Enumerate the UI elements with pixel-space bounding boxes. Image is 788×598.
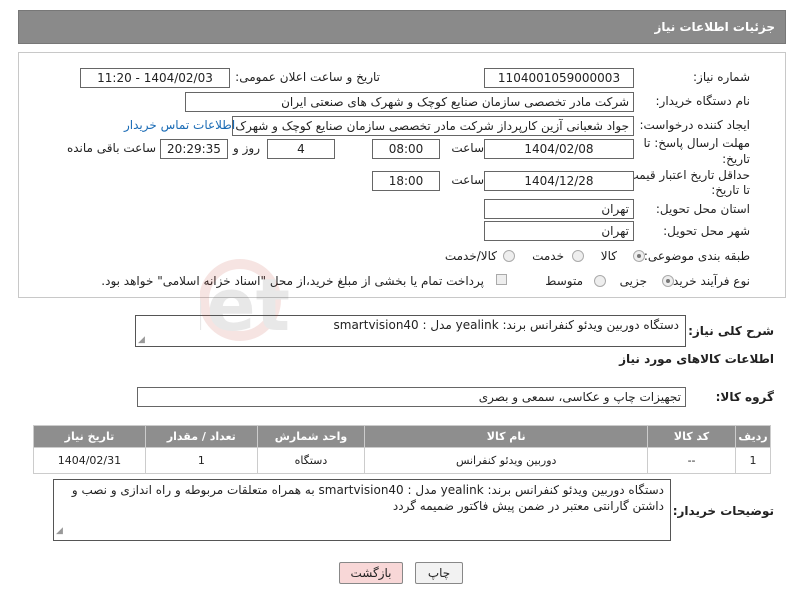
payment-note: پرداخت تمام یا بخشی از مبلغ خرید،از محل … xyxy=(101,274,484,288)
city-label: شهر محل تحویل: xyxy=(663,224,750,238)
process-radio-medium[interactable] xyxy=(594,275,606,287)
description-label: شرح کلی نیاز: xyxy=(688,324,774,338)
deadline-date-field[interactable]: 1404/02/08 xyxy=(484,139,634,159)
announce-label: تاریخ و ساعت اعلان عمومی: xyxy=(235,70,380,84)
cell-qty: 1 xyxy=(144,447,258,474)
page-header: جزئیات اطلاعات نیاز xyxy=(18,10,786,44)
col-unit: واحد شمارش xyxy=(256,425,366,448)
creator-field[interactable]: جواد شعبانی آزین کارپرداز شرکت مادر تخصص… xyxy=(232,116,634,136)
validity-time-label: ساعت xyxy=(451,173,484,187)
col-row: ردیف xyxy=(734,425,772,448)
resize-handle-icon[interactable]: ◢ xyxy=(56,523,63,539)
need-number-label: شماره نیاز: xyxy=(693,70,750,84)
goods-group-label: گروه کالا: xyxy=(715,390,774,404)
cell-unit: دستگاه xyxy=(256,447,366,474)
process-option-medium: متوسط xyxy=(545,274,583,288)
need-number-field[interactable]: 1104001059000003 xyxy=(484,68,634,88)
validity-date-field[interactable]: 1404/12/28 xyxy=(484,171,634,191)
validity-time-field[interactable]: 18:00 xyxy=(372,171,440,191)
deadline-label: مهلت ارسال پاسخ: تا xyxy=(643,136,750,150)
validity-label-2: تا تاریخ: xyxy=(711,183,750,197)
col-qty: تعداد / مقدار xyxy=(144,425,258,448)
category-radio-service[interactable] xyxy=(572,250,584,262)
remaining-time-field[interactable]: 20:29:35 xyxy=(160,139,228,159)
creator-label: ایجاد کننده درخواست: xyxy=(639,118,750,132)
process-radio-minor[interactable] xyxy=(662,275,674,287)
buyer-notes-text: دستگاه دوربین ویدئو کنفرانس برند: yealin… xyxy=(71,483,664,513)
buyer-notes-textarea[interactable]: دستگاه دوربین ویدئو کنفرانس برند: yealin… xyxy=(53,479,671,541)
treasury-checkbox[interactable] xyxy=(496,274,507,285)
col-name: نام کالا xyxy=(364,425,649,448)
buyer-notes-label: توضیحات خریدار: xyxy=(672,504,774,518)
page-title: جزئیات اطلاعات نیاز xyxy=(654,20,775,34)
deadline-time-label: ساعت xyxy=(451,141,484,155)
category-option-service: خدمت xyxy=(532,249,564,263)
deadline-time-field[interactable]: 08:00 xyxy=(372,139,440,159)
category-radio-goods[interactable] xyxy=(633,250,645,262)
goods-table-header: ردیف کد کالا نام کالا واحد شمارش تعداد /… xyxy=(33,425,772,448)
goods-group-field[interactable]: تجهیزات چاپ و عکاسی، سمعی و بصری xyxy=(137,387,686,407)
cell-name: دوربین ویدئو کنفرانس xyxy=(364,447,649,474)
col-code: کد کالا xyxy=(647,425,736,448)
category-label: طبقه بندی موضوعی: xyxy=(643,249,750,263)
buyer-contact-link[interactable]: اطلاعات تماس خریدار xyxy=(124,118,235,132)
goods-section-title: اطلاعات کالاهای مورد نیاز xyxy=(619,352,774,366)
description-text: دستگاه دوربین ویدئو کنفرانس برند: yealin… xyxy=(333,318,679,332)
province-label: استان محل تحویل: xyxy=(655,202,750,216)
print-button[interactable]: چاپ xyxy=(415,562,463,584)
city-field[interactable]: تهران xyxy=(484,221,634,241)
cell-code: -- xyxy=(647,447,736,474)
col-date: تاریخ نیاز xyxy=(33,425,146,448)
days-field[interactable]: 4 xyxy=(267,139,335,159)
description-textarea[interactable]: دستگاه دوربین ویدئو کنفرانس برند: yealin… xyxy=(135,315,686,347)
buyer-org-label: نام دستگاه خریدار: xyxy=(655,94,751,108)
category-option-both: کالا/خدمت xyxy=(444,249,497,263)
process-label: نوع فرآیند خرید : xyxy=(665,274,750,288)
validity-label: حداقل تاریخ اعتبار قیمت: xyxy=(623,168,750,182)
cell-date: 1404/02/31 xyxy=(33,447,146,474)
process-option-minor: جزیی xyxy=(619,274,647,288)
deadline-label-2: تاریخ: xyxy=(722,152,750,166)
announce-field[interactable]: 1404/02/03 - 11:20 xyxy=(80,68,230,88)
goods-table: ردیف کد کالا نام کالا واحد شمارش تعداد /… xyxy=(33,425,772,474)
remaining-label: ساعت باقی مانده xyxy=(66,141,156,155)
table-row[interactable]: 1 -- دوربین ویدئو کنفرانس دستگاه 1 1404/… xyxy=(33,447,772,474)
province-field[interactable]: تهران xyxy=(484,199,634,219)
buyer-org-field[interactable]: شرکت مادر تخصصی سازمان صنایع کوچک و شهرک… xyxy=(185,92,634,112)
category-option-goods: کالا xyxy=(600,249,617,263)
cell-row: 1 xyxy=(734,447,772,474)
back-button[interactable]: بازگشت xyxy=(339,562,403,584)
category-radio-both[interactable] xyxy=(503,250,515,262)
days-label: روز و xyxy=(233,141,260,155)
page: جزئیات اطلاعات نیاز شماره نیاز: 11040010… xyxy=(0,0,788,598)
resize-handle-icon[interactable]: ◢ xyxy=(138,335,145,345)
